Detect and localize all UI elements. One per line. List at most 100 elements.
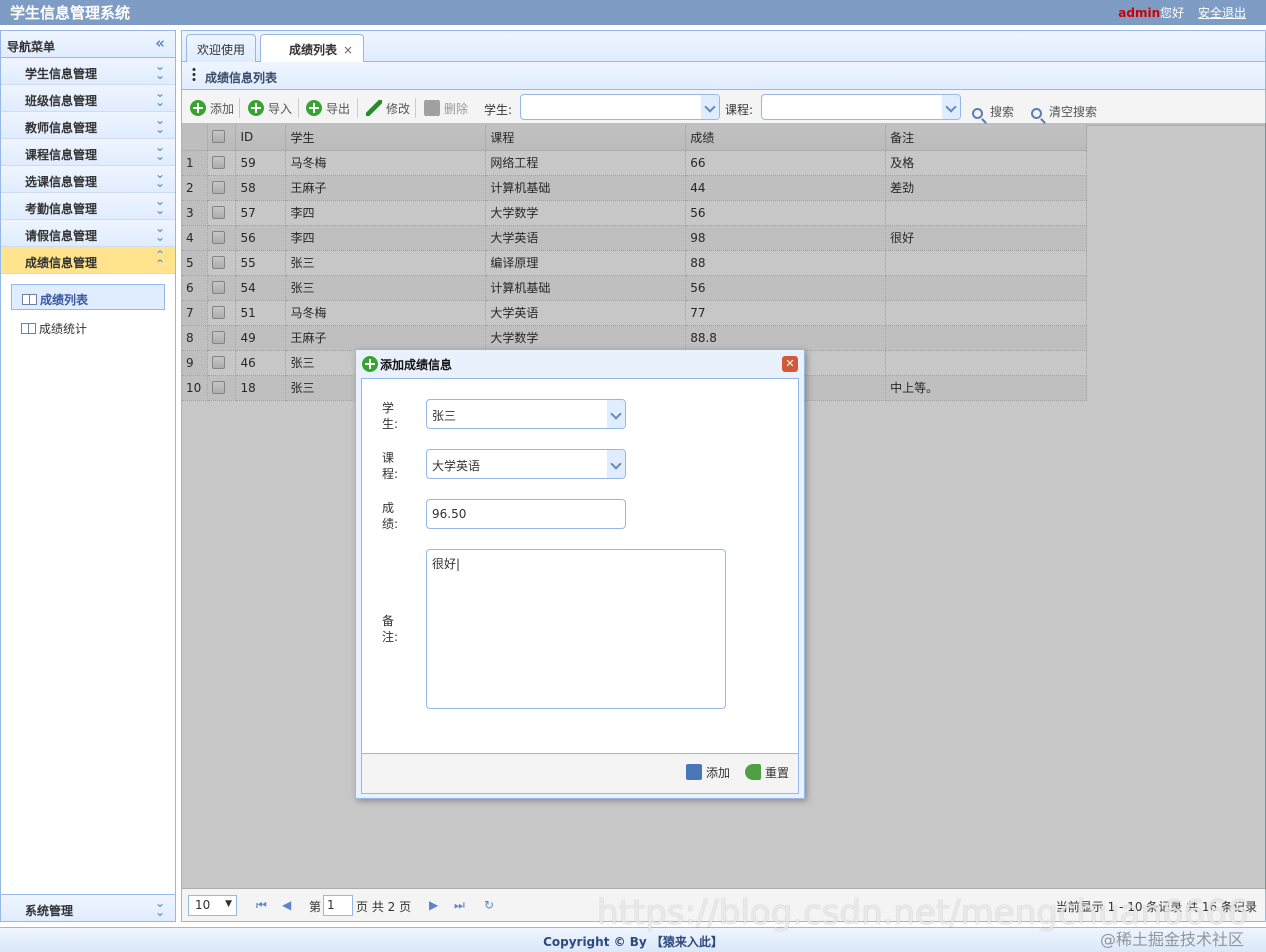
import-button[interactable]: 导入 xyxy=(244,96,296,120)
menu-label: 请假信息管理 xyxy=(25,229,98,243)
chevron-up-icon: ⌃ ⌃ xyxy=(154,248,165,271)
submenu-label: 成绩列表 xyxy=(40,293,89,307)
book-icon xyxy=(22,294,37,305)
chevron-down-icon: ⌄ ⌄ xyxy=(154,194,165,217)
delete-button[interactable]: 删除 xyxy=(420,96,472,120)
tab-welcome[interactable]: 欢迎使用 xyxy=(186,34,257,62)
search-button[interactable]: 搜索 xyxy=(968,99,1018,123)
menu-label: 系统管理 xyxy=(25,904,74,918)
clear-label: 清空搜索 xyxy=(1049,105,1098,119)
dialog-add-label: 添加 xyxy=(706,766,731,780)
dialog-title: 添加成绩信息 ✕ xyxy=(356,350,804,378)
tab-score-list[interactable]: 成绩列表 × xyxy=(260,34,365,63)
close-icon[interactable]: × xyxy=(343,43,353,57)
submenu-score-list[interactable]: 成绩列表 xyxy=(11,284,165,310)
chevron-down-icon xyxy=(942,95,960,119)
note-textarea[interactable]: 很好| xyxy=(426,549,726,709)
page-size-select[interactable]: 10 xyxy=(188,895,237,916)
export-label: 导出 xyxy=(326,102,351,116)
menu-label: 班级信息管理 xyxy=(25,94,98,108)
submenu-label: 成绩统计 xyxy=(39,322,88,336)
collapse-left-icon[interactable]: « xyxy=(155,34,165,52)
score-label: 成绩: xyxy=(382,501,399,531)
page-suffix: 页 共 2 页 xyxy=(356,900,412,914)
student-filter-select[interactable] xyxy=(520,94,720,120)
close-icon[interactable]: ✕ xyxy=(782,356,798,372)
chevron-down-icon: ⌄ ⌄ xyxy=(154,167,165,190)
tab-bar: 欢迎使用 成绩列表 × xyxy=(182,31,1265,63)
toolbar: 添加 导入 导出 修改 删除 学生: 课程: 搜索 清空搜索 xyxy=(182,90,1265,126)
import-icon xyxy=(248,100,264,116)
book-icon xyxy=(21,323,36,334)
chevron-down-icon: ⌄ ⌄ xyxy=(154,86,165,109)
student-value: 张三 xyxy=(432,409,457,423)
tab-label: 欢迎使用 xyxy=(197,43,246,57)
course-filter-select[interactable] xyxy=(761,94,961,120)
add-button[interactable]: 添加 xyxy=(186,96,238,120)
menu-attendance[interactable]: 考勤信息管理 ⌄ ⌄ xyxy=(1,193,175,220)
menu-label: 教师信息管理 xyxy=(25,121,98,135)
export-button[interactable]: 导出 xyxy=(302,96,354,120)
menu-course[interactable]: 课程信息管理 ⌄ ⌄ xyxy=(1,139,175,166)
menu-system[interactable]: 系统管理 ⌄ ⌄ xyxy=(1,894,175,921)
pencil-icon xyxy=(366,100,382,116)
add-icon xyxy=(190,100,206,116)
dialog-add-button[interactable]: 添加 xyxy=(686,764,730,781)
dialog-reset-button[interactable]: 重置 xyxy=(745,764,789,781)
tab-label: 成绩列表 xyxy=(289,43,338,57)
student-select[interactable]: 张三 xyxy=(426,399,626,429)
app-title: 学生信息管理系统 xyxy=(10,4,131,22)
course-value: 大学英语 xyxy=(432,459,481,473)
search-icon xyxy=(972,108,983,119)
prev-page-icon[interactable]: ◀ xyxy=(282,898,294,912)
panel-title: 成绩信息列表 xyxy=(182,62,1265,90)
edit-button[interactable]: 修改 xyxy=(362,96,414,120)
menu-class[interactable]: 班级信息管理 ⌄ ⌄ xyxy=(1,85,175,112)
greeting: 您好 xyxy=(1160,6,1185,20)
save-icon xyxy=(686,764,702,780)
refresh-icon[interactable]: ↻ xyxy=(484,898,496,912)
search-label: 搜索 xyxy=(990,105,1015,119)
page-prefix: 第 xyxy=(309,900,322,914)
username: admin xyxy=(1118,6,1161,20)
score-input[interactable]: 96.50 xyxy=(426,499,626,529)
course-label: 课程: xyxy=(382,451,399,481)
note-label: 备注: xyxy=(382,614,399,644)
nav-title: 导航菜单 « xyxy=(1,31,175,58)
panel-title-label: 成绩信息列表 xyxy=(205,71,278,85)
chevron-down-icon: ⌄ ⌄ xyxy=(154,896,165,919)
clear-search-button[interactable]: 清空搜索 xyxy=(1027,99,1101,123)
edit-label: 修改 xyxy=(386,102,411,116)
chevron-down-icon: ⌄ ⌄ xyxy=(154,113,165,136)
user-area: admin您好 安全退出 xyxy=(1118,4,1246,21)
menu-score[interactable]: 成绩信息管理 ⌃ ⌃ xyxy=(1,247,175,274)
menu-label: 学生信息管理 xyxy=(25,67,98,81)
next-page-icon[interactable]: ▶ xyxy=(429,898,441,912)
menu-leave[interactable]: 请假信息管理 ⌄ ⌄ xyxy=(1,220,175,247)
student-label: 学生: xyxy=(382,401,399,431)
dialog-footer: 添加 重置 xyxy=(361,754,799,794)
undo-icon xyxy=(745,764,761,780)
menu-label: 选课信息管理 xyxy=(25,175,98,189)
menu-selection[interactable]: 选课信息管理 ⌄ ⌄ xyxy=(1,166,175,193)
drag-handle-icon xyxy=(192,67,196,83)
chevron-down-icon xyxy=(607,400,625,428)
page-number-input[interactable]: 1 xyxy=(323,895,353,916)
score-submenu: 成绩列表 成绩统计 xyxy=(1,274,175,354)
submenu-score-stats[interactable]: 成绩统计 xyxy=(11,314,165,340)
app-header: 学生信息管理系统 admin您好 安全退出 xyxy=(0,0,1266,25)
course-filter-label: 课程: xyxy=(725,103,754,117)
first-page-icon[interactable]: ⏮ xyxy=(256,898,268,912)
last-page-icon[interactable]: ⏭ xyxy=(454,898,466,912)
menu-teacher[interactable]: 教师信息管理 ⌄ ⌄ xyxy=(1,112,175,139)
dialog-title-label: 添加成绩信息 xyxy=(380,358,453,372)
export-icon xyxy=(306,100,322,116)
chevron-down-icon xyxy=(607,450,625,478)
menu-student[interactable]: 学生信息管理 ⌄ ⌄ xyxy=(1,58,175,85)
menu-label: 成绩信息管理 xyxy=(25,256,98,270)
chevron-down-icon xyxy=(701,95,719,119)
course-select[interactable]: 大学英语 xyxy=(426,449,626,479)
delete-label: 删除 xyxy=(444,102,469,116)
copyright: Copyright © By 【猿来入此】 xyxy=(543,935,723,949)
logout-link[interactable]: 安全退出 xyxy=(1198,6,1246,20)
